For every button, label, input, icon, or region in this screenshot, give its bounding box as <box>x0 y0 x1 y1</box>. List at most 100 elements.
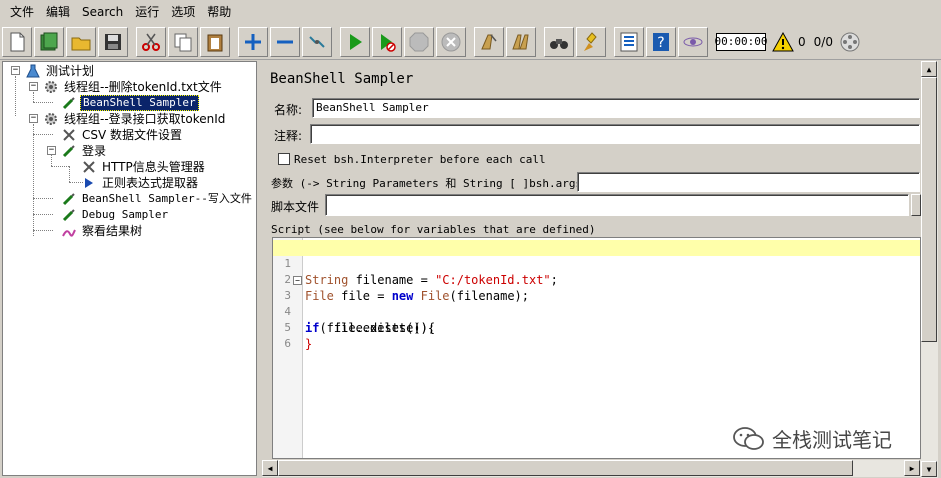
parameters-label: 参数 (-> String Parameters 和 String [ ]bsh… <box>271 177 589 190</box>
remote-button[interactable] <box>678 26 708 57</box>
watermark-text: 全栈测试笔记 <box>772 428 892 452</box>
save-button[interactable] <box>98 26 128 57</box>
start-no-pause-button[interactable] <box>372 26 402 57</box>
cut-icon <box>142 33 160 51</box>
start-no-pause-icon <box>381 33 396 52</box>
paste-button[interactable] <box>200 26 230 57</box>
paste-icon <box>207 34 223 51</box>
tree-node-label: 测试计划 <box>46 64 95 78</box>
name-field[interactable]: BeanShell Sampler <box>312 98 920 118</box>
pipette-icon <box>61 191 77 207</box>
clear-all-button[interactable] <box>506 26 536 57</box>
reset-search-icon <box>584 31 597 51</box>
pipette-icon <box>61 207 77 223</box>
tree-node-beanshell-sampler-2[interactable]: BeanShell Sampler--写入文件 <box>61 191 254 207</box>
thread-group-1-collapse-toggle[interactable]: − <box>29 82 38 91</box>
scroll-thumb[interactable] <box>921 77 937 342</box>
toggle-button[interactable] <box>302 26 332 57</box>
cut-button[interactable] <box>136 26 166 57</box>
tree-node-label: 正则表达式提取器 <box>102 176 199 190</box>
test-plan-icon <box>25 63 41 79</box>
shutdown-button[interactable] <box>436 26 466 57</box>
tree-node-label: 线程组--删除tokenId.txt文件 <box>64 80 222 94</box>
menu-search[interactable]: Search <box>76 2 129 22</box>
function-helper-icon <box>620 32 638 51</box>
code-line: 5 } <box>273 304 920 351</box>
function-helper-button[interactable] <box>614 26 644 57</box>
chart-icon <box>61 223 77 239</box>
reset-search-button[interactable] <box>576 26 606 57</box>
code-line: 3 − if(file.exists()){ <box>273 272 920 335</box>
gear-icon <box>43 111 59 127</box>
search-icon <box>550 38 568 49</box>
warning-icon <box>772 31 794 51</box>
copy-button[interactable] <box>168 26 198 57</box>
tree-node-result-tree[interactable]: 察看结果树 <box>61 223 144 239</box>
script-file-label: 脚本文件 <box>271 200 320 214</box>
tree-node-label: HTTP信息头管理器 <box>102 160 205 174</box>
toolbar: ? 00:00:00 0 0/0 <box>0 24 941 60</box>
start-button[interactable] <box>340 26 370 57</box>
tree-node-thread-group-1[interactable]: 线程组--删除tokenId.txt文件 <box>43 79 224 95</box>
templates-button[interactable] <box>34 26 64 57</box>
expand-button[interactable] <box>238 26 268 57</box>
scroll-left-button[interactable]: ◀ <box>262 460 278 476</box>
menu-help[interactable]: 帮助 <box>201 2 237 22</box>
pipette-icon <box>61 95 77 111</box>
test-plan-collapse-toggle[interactable]: − <box>11 66 20 75</box>
tree-node-label: BeanShell Sampler--写入文件 <box>82 192 252 205</box>
reset-interpreter-label: Reset bsh.Interpreter before each call <box>294 153 546 166</box>
tree-node-regex-extractor[interactable]: 正则表达式提取器 <box>81 175 200 191</box>
name-label: 名称: <box>274 103 303 117</box>
clear-button[interactable] <box>474 26 504 57</box>
tree-node-label: CSV 数据文件设置 <box>82 128 183 142</box>
tree-node-label: 察看结果树 <box>82 224 143 238</box>
svg-text:?: ? <box>657 35 664 51</box>
elapsed-timer: 00:00:00 <box>715 32 768 51</box>
collapse-button[interactable] <box>270 26 300 57</box>
tree-node-csv-config[interactable]: CSV 数据文件设置 <box>61 127 184 143</box>
open-icon <box>71 37 91 50</box>
scroll-down-button[interactable]: ▼ <box>921 461 937 477</box>
horizontal-scrollbar[interactable]: ◀ ▶ <box>262 460 921 477</box>
new-button[interactable] <box>2 26 32 57</box>
wrench-icon <box>81 159 97 175</box>
tree-node-debug-sampler[interactable]: Debug Sampler <box>61 207 170 223</box>
chat-bubbles-icon <box>733 426 764 450</box>
vertical-scrollbar[interactable]: ▲ ▼ <box>921 61 938 478</box>
scroll-right-button[interactable]: ▶ <box>904 460 920 476</box>
reset-interpreter-checkbox[interactable] <box>278 153 290 165</box>
tree-node-http-header[interactable]: HTTP信息头管理器 <box>81 159 207 175</box>
menu-edit[interactable]: 编辑 <box>40 2 76 22</box>
stop-button[interactable] <box>404 26 434 57</box>
fold-toggle[interactable]: − <box>293 276 302 285</box>
browse-button[interactable] <box>911 194 921 216</box>
code-line: 4 file.delete(); <box>273 288 920 335</box>
clear-icon <box>481 34 497 49</box>
menu-run[interactable]: 运行 <box>129 2 165 22</box>
panel-title: BeanShell Sampler <box>270 71 414 87</box>
menu-options[interactable]: 选项 <box>165 2 201 22</box>
tree-node-beanshell-sampler-1[interactable]: BeanShell Sampler <box>61 95 199 111</box>
scroll-up-button[interactable]: ▲ <box>921 61 937 77</box>
help-icon: ? <box>653 32 669 51</box>
code-line: 6 <box>273 320 920 350</box>
help-button[interactable]: ? <box>646 26 676 57</box>
parameters-field[interactable] <box>577 172 920 192</box>
tree-node-thread-group-2[interactable]: 线程组--登录接口获取tokenId <box>43 111 227 127</box>
stop-icon <box>409 32 429 51</box>
start-icon <box>350 33 362 50</box>
scroll-thumb-horizontal[interactable] <box>278 460 853 476</box>
open-button[interactable] <box>66 26 96 57</box>
tree-node-login[interactable]: 登录 <box>61 143 108 159</box>
comment-field[interactable] <box>310 124 920 144</box>
script-file-field[interactable] <box>325 194 909 216</box>
tree-node-test-plan[interactable]: 测试计划 <box>25 63 96 79</box>
search-button[interactable] <box>544 26 574 57</box>
tree-node-label: BeanShell Sampler <box>80 95 199 111</box>
menu-file[interactable]: 文件 <box>4 2 40 22</box>
login-collapse-toggle[interactable]: − <box>47 146 56 155</box>
thread-group-2-collapse-toggle[interactable]: − <box>29 114 38 123</box>
collapse-icon <box>277 40 293 43</box>
expand-icon <box>245 33 261 50</box>
